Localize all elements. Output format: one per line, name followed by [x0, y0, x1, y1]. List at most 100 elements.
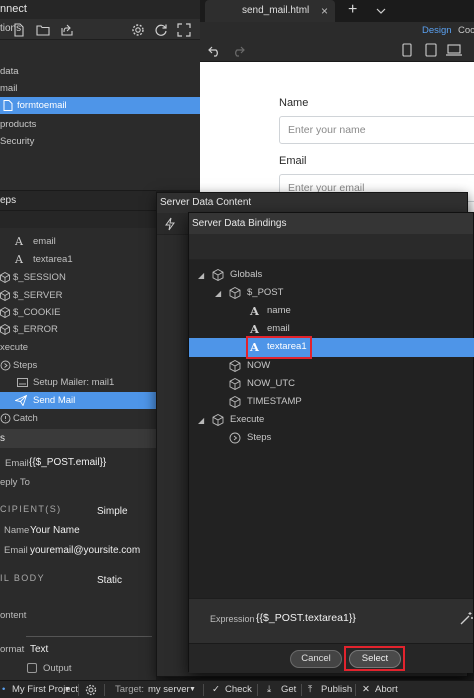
select-button[interactable]: Select	[349, 650, 401, 668]
binding-globals[interactable]: ◢ Globals	[189, 266, 474, 284]
steps-row-session[interactable]: $_SESSION	[0, 269, 156, 286]
undo-icon[interactable]	[208, 45, 222, 57]
binding-name[interactable]: A name	[189, 302, 474, 320]
code-view-tab[interactable]: Coc	[458, 25, 474, 36]
tree-item-label: products	[0, 119, 37, 130]
content-textarea[interactable]	[26, 599, 152, 637]
binding-email[interactable]: A email	[189, 320, 474, 338]
tree-item-mail[interactable]: mail	[0, 80, 200, 97]
desktop-view-icon[interactable]	[446, 44, 462, 56]
binding-post[interactable]: ◢ $_POST	[189, 284, 474, 302]
get-button[interactable]: Get	[281, 681, 296, 698]
send-icon	[15, 395, 27, 406]
cube-icon	[229, 396, 241, 408]
abort-button[interactable]: Abort	[375, 681, 398, 698]
steps-row-label: Catch	[13, 413, 38, 424]
check-icon: ✓	[212, 684, 220, 695]
steps-toolbar	[0, 210, 156, 228]
chevron-down-icon[interactable]: ▼	[189, 681, 196, 698]
binding-execute[interactable]: ◢ Execute	[189, 411, 474, 429]
tree-item-products[interactable]: products	[0, 116, 200, 133]
tree-item-security[interactable]: Security	[0, 133, 200, 150]
steps-row-server[interactable]: $_SERVER	[0, 287, 156, 304]
separator	[78, 684, 79, 696]
target-select[interactable]: my server	[148, 681, 190, 698]
binding-label: $_POST	[247, 287, 284, 298]
magic-wand-icon[interactable]	[460, 611, 474, 625]
design-view-tab[interactable]: Design	[422, 25, 452, 36]
binding-timestamp[interactable]: TIMESTAMP	[189, 393, 474, 411]
binding-label: name	[267, 305, 291, 316]
binding-now[interactable]: NOW	[189, 357, 474, 375]
output-checkbox[interactable]	[27, 663, 37, 673]
binding-label: Execute	[230, 414, 265, 425]
expression-area: Expression {{$_POST.textarea1}}	[189, 598, 473, 643]
recipients-caption: CIPIENT(S)	[0, 504, 62, 514]
steps-row-catch[interactable]: Catch	[0, 410, 156, 427]
expand-caret-icon[interactable]: ◢	[198, 412, 204, 430]
cancel-button[interactable]: Cancel	[290, 650, 342, 668]
tree-item-label: formtoemail	[17, 100, 67, 111]
close-icon[interactable]: ×	[321, 0, 328, 22]
recipient-name-value[interactable]: Your Name	[30, 525, 80, 536]
chevron-down-icon[interactable]	[376, 7, 386, 15]
content-label: ontent	[0, 610, 27, 621]
recipient-email-value[interactable]: youremail@yoursite.com	[30, 545, 140, 556]
format-value[interactable]: Text	[30, 644, 48, 655]
text-var-icon: A	[250, 304, 259, 318]
email-prop-value[interactable]: {{$_POST.email}}	[29, 457, 106, 468]
body-mode-select[interactable]: Static	[97, 575, 122, 586]
mobile-view-icon[interactable]	[402, 43, 412, 57]
binding-textarea1[interactable]: A textarea1	[189, 338, 474, 357]
cube-icon	[229, 378, 241, 390]
name-label: Name	[279, 97, 309, 109]
binding-now-utc[interactable]: NOW_UTC	[189, 375, 474, 393]
redo-icon[interactable]	[231, 45, 245, 57]
export-icon[interactable]	[60, 23, 74, 37]
gear-icon[interactable]	[85, 684, 97, 696]
expand-caret-icon[interactable]: ◢	[215, 285, 221, 303]
new-file-icon[interactable]	[12, 23, 26, 37]
fullscreen-icon[interactable]	[177, 23, 191, 37]
steps-row-cookie[interactable]: $_COOKIE	[0, 304, 156, 321]
expand-caret-icon[interactable]: ◢	[198, 267, 204, 285]
publish-button[interactable]: Publish	[321, 681, 352, 698]
binding-steps[interactable]: Steps	[189, 429, 474, 447]
server-data-content-title: Server Data Content	[157, 193, 467, 213]
reply-to-label: eply To	[0, 477, 30, 488]
upload-icon: ⤒	[308, 684, 313, 695]
open-folder-icon[interactable]	[36, 23, 50, 37]
lightning-icon[interactable]	[165, 217, 175, 231]
steps-row-textarea1[interactable]: A textarea1	[0, 251, 156, 268]
design-canvas[interactable]: Name Enter your name Email Enter your em…	[200, 62, 474, 212]
expression-input[interactable]: {{$_POST.textarea1}}	[256, 612, 356, 624]
chevron-down-icon[interactable]: ▼	[64, 681, 71, 698]
steps-row-error[interactable]: $_ERROR	[0, 321, 156, 338]
connect-panel-title: nnect	[0, 0, 200, 19]
steps-row-execute[interactable]: xecute	[0, 339, 156, 356]
steps-row-label: Setup Mailer: mail1	[33, 377, 115, 388]
steps-row-setup-mailer[interactable]: Setup Mailer: mail1	[0, 374, 156, 391]
new-tab-button[interactable]: +	[348, 0, 357, 20]
steps-row-steps[interactable]: Steps	[0, 357, 156, 374]
name-input[interactable]: Enter your name	[279, 116, 474, 144]
document-tab[interactable]: send_mail.html ×	[205, 0, 335, 22]
tree-item-data[interactable]: data	[0, 63, 200, 80]
binding-label: Steps	[247, 432, 272, 443]
tree-item-label: data	[0, 66, 19, 77]
recipients-mode-select[interactable]: Simple	[97, 506, 128, 517]
cube-icon	[0, 290, 10, 301]
gear-icon[interactable]	[131, 23, 145, 37]
tablet-view-icon[interactable]	[425, 43, 437, 57]
binding-label: email	[267, 323, 290, 334]
separator	[301, 684, 302, 696]
tree-item-formtoemail[interactable]: formtoemail	[0, 97, 200, 114]
binding-label: NOW_UTC	[247, 378, 296, 389]
refresh-icon[interactable]	[154, 23, 168, 37]
binding-label: textarea1	[267, 341, 307, 352]
check-button[interactable]: Check	[225, 681, 252, 698]
steps-row-email[interactable]: A email	[0, 233, 156, 250]
steps-row-send-mail[interactable]: Send Mail	[0, 392, 156, 409]
text-var-icon: A	[250, 340, 259, 354]
separator	[104, 684, 105, 696]
